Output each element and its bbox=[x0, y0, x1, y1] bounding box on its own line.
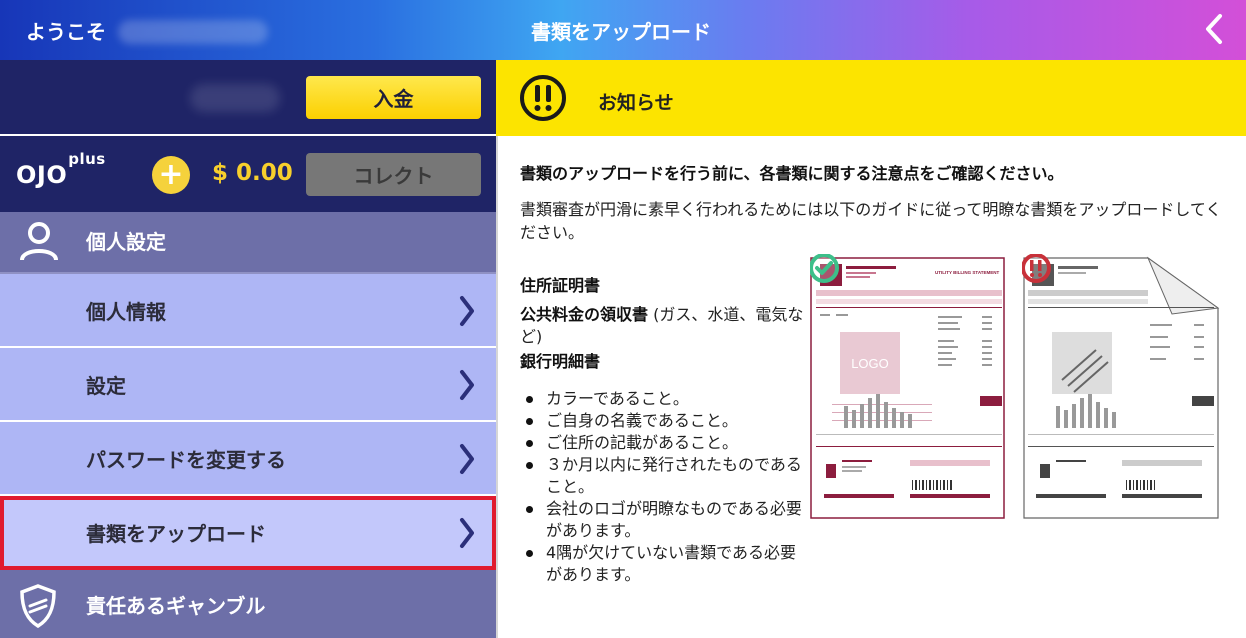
sample-logo-text: LOGO bbox=[851, 356, 889, 371]
chevron-right-icon bbox=[458, 442, 476, 480]
deposit-button[interactable]: 入金 bbox=[306, 76, 481, 119]
shield-icon bbox=[18, 584, 58, 632]
plus-icon[interactable]: + bbox=[152, 156, 190, 194]
ojo-plus-row: OJOplus + $ 0.00 コレクト bbox=[0, 138, 496, 212]
menu-item-label: 責任あるギャンブル bbox=[86, 594, 266, 618]
menu-item-label: 書類をアップロード bbox=[86, 522, 266, 546]
intro-heading: 書類のアップロードを行う前に、各書類に関する注意点をご確認ください。 bbox=[520, 164, 1064, 183]
sidebar: 入金 OJOplus + $ 0.00 コレクト 個人設定 個人情報 設定 パス… bbox=[0, 60, 496, 638]
intro-text: 書類審査が円滑に素早く行われるためには以下のガイドに従って明瞭な書類をアップロー… bbox=[520, 200, 1222, 242]
top-header: ようこそ 書類をアップロード bbox=[0, 0, 1246, 60]
menu-item-label: 設定 bbox=[86, 374, 126, 398]
list-item: 4隅が欠けていない書類である必要があります。 bbox=[520, 542, 810, 586]
list-item: 会社のロゴが明瞭なものである必要があります。 bbox=[520, 498, 810, 542]
requirements-list: カラーであること。 ご自身の名義であること。 ご住所の記載があること。 ３か月以… bbox=[520, 388, 810, 586]
ojo-logo-sup: plus bbox=[68, 150, 106, 168]
notice-title: お知らせ bbox=[598, 92, 674, 114]
notice-bar: お知らせ bbox=[496, 60, 1246, 136]
menu-item-label: 個人情報 bbox=[86, 300, 166, 324]
personal-settings-label: 個人設定 bbox=[86, 230, 166, 254]
menu-item-label: パスワードを変更する bbox=[86, 448, 286, 472]
personal-settings-header: 個人設定 bbox=[0, 212, 496, 274]
utility-bill-line: 公共料金の領収書 (ガス、水道、電気など) bbox=[520, 304, 810, 348]
welcome-text: ようこそ bbox=[26, 20, 106, 44]
alert-icon bbox=[518, 73, 568, 127]
menu-item-change-password[interactable]: パスワードを変更する bbox=[0, 422, 496, 496]
user-icon bbox=[18, 220, 60, 266]
chevron-left-icon bbox=[1206, 14, 1222, 44]
list-item: ご自身の名義であること。 bbox=[520, 410, 810, 432]
chevron-right-icon bbox=[458, 294, 476, 332]
balance-row: 入金 bbox=[0, 60, 496, 136]
good-document-sample: UTILITY BILLING STATEMENT LOGO bbox=[809, 253, 1006, 520]
page-title: 書類をアップロード bbox=[531, 20, 711, 44]
menu-item-settings[interactable]: 設定 bbox=[0, 348, 496, 422]
proof-of-address-title: 住所証明書 bbox=[520, 276, 601, 295]
ojo-amount: $ 0.00 bbox=[212, 160, 293, 186]
menu-item-upload-documents[interactable]: 書類をアップロード bbox=[0, 496, 496, 570]
back-button[interactable] bbox=[1202, 12, 1226, 46]
chevron-right-icon bbox=[458, 368, 476, 406]
menu-item-personal-info[interactable]: 個人情報 bbox=[0, 274, 496, 348]
blurred-balance bbox=[190, 84, 280, 112]
bad-document-sample bbox=[1021, 253, 1220, 520]
ojo-plus-logo: OJOplus bbox=[16, 150, 106, 189]
utility-bill-label: 公共料金の領収書 bbox=[520, 305, 649, 324]
list-item: カラーであること。 bbox=[520, 388, 810, 410]
ojo-logo-text: OJO bbox=[16, 161, 68, 189]
blurred-username bbox=[118, 20, 268, 44]
collect-button[interactable]: コレクト bbox=[306, 153, 481, 196]
bank-statement-label: 銀行明細書 bbox=[520, 352, 601, 371]
list-item: ご住所の記載があること。 bbox=[520, 432, 810, 454]
list-item: ３か月以内に発行されたものであること。 bbox=[520, 454, 810, 498]
main-content: 書類のアップロードを行う前に、各書類に関する注意点をご確認ください。 書類審査が… bbox=[496, 136, 1246, 638]
menu-item-responsible-gambling[interactable]: 責任あるギャンブル bbox=[0, 570, 496, 638]
sample-heading: UTILITY BILLING STATEMENT bbox=[935, 270, 999, 275]
chevron-right-icon bbox=[458, 516, 476, 554]
